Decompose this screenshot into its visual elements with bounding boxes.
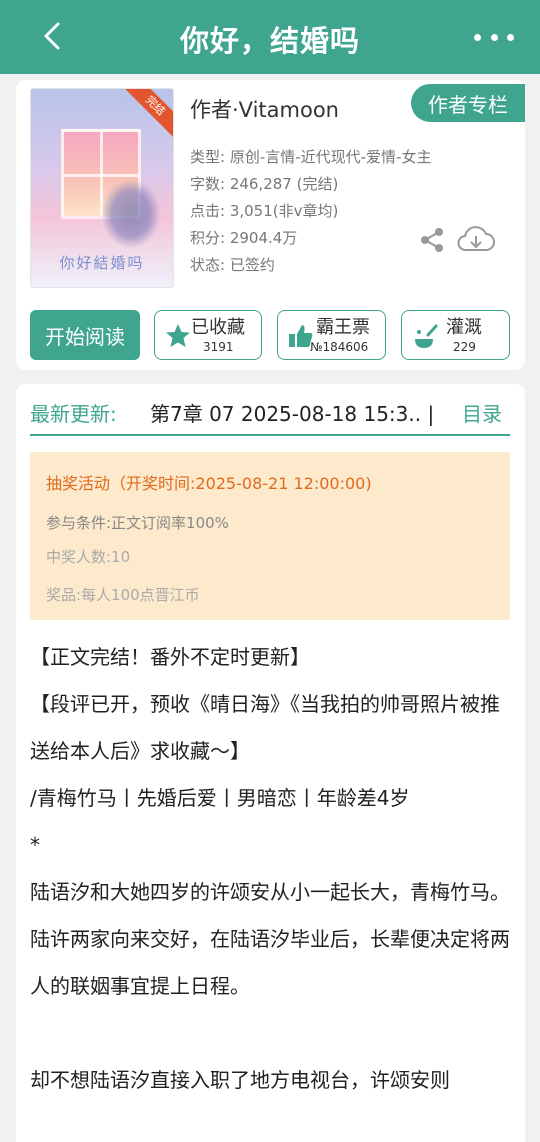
bawang-ticket-button[interactable]: 霸王票 №184606: [277, 310, 386, 360]
page-title: 你好，结婚吗: [179, 24, 360, 58]
synopsis-line: 却不想陆语汐直接入职了地方电视台，许颂安则: [30, 1068, 450, 1092]
catalog-link[interactable]: 目录: [462, 398, 502, 427]
synopsis-line: 陆许两家向来交好，在陆语汐毕业后，长辈便决定将两人的联姻事宜提上日程。: [30, 927, 510, 998]
star-icon: [166, 324, 190, 347]
lottery-condition: 参与条件:正文订阅率100%: [46, 514, 229, 532]
irrigate-label: 灌溉: [446, 317, 482, 338]
bawang-label: 霸王票: [316, 317, 370, 338]
more-button[interactable]: [474, 22, 514, 52]
download-button[interactable]: [456, 224, 496, 256]
lottery-panel[interactable]: 抽奖活动（开奖时间:2025-08-21 12:00:00) 参与条件:正文订阅…: [30, 452, 510, 620]
top-app-bar: 你好，结婚吗: [0, 0, 540, 74]
synopsis-line: /青梅竹马丨先婚后爱丨男暗恋丨年龄差4岁: [30, 786, 410, 810]
book-type: 类型: 原创-言情-近代现代-爱情-女主: [190, 148, 432, 166]
start-reading-button[interactable]: 开始阅读: [30, 310, 140, 360]
synopsis-line: 【正文完结！番外不定时更新】: [30, 645, 310, 669]
author-column-button[interactable]: 作者专栏: [411, 84, 525, 122]
bawang-count: №184606: [310, 340, 369, 354]
synopsis-line: *: [30, 833, 40, 857]
synopsis: 【正文完结！番外不定时更新】 【段评已开，预收《晴日海》《当我拍的帅哥照片被推送…: [30, 634, 510, 1104]
book-cover[interactable]: 完结 你好結婚吗: [30, 88, 174, 288]
synopsis-line: 【段评已开，预收《晴日海》《当我拍的帅哥照片被推送给本人后》求收藏～】: [30, 692, 500, 763]
action-row: 开始阅读 已收藏 3191 霸王票 №184606 灌溉 229: [30, 310, 514, 360]
author-name[interactable]: 作者·Vitamoon: [190, 94, 339, 124]
share-icon: [421, 228, 443, 252]
latest-update-row[interactable]: 最新更新: 第7章 07 2025-08-18 15:3.. | 目录: [30, 396, 510, 436]
score: 积分: 2904.4万: [190, 229, 298, 247]
cover-art-plant: [101, 179, 161, 249]
irrigate-button[interactable]: 灌溉 229: [401, 310, 510, 360]
lottery-title: 抽奖活动（开奖时间:2025-08-21 12:00:00): [46, 474, 372, 493]
cloud-download-icon: [457, 226, 495, 251]
synopsis-line: 陆语汐和大她四岁的许颂安从小一起长大，青梅竹马。: [30, 880, 510, 904]
share-button[interactable]: [418, 226, 446, 254]
word-count: 字数: 246,287 (完结): [190, 175, 339, 193]
lottery-winners: 中奖人数:10: [46, 548, 131, 566]
click-count: 点击: 3,051(非v章均): [190, 202, 339, 220]
sign-status: 状态: 已签约: [190, 256, 275, 274]
irrigate-count: 229: [453, 340, 476, 354]
content-card: 最新更新: 第7章 07 2025-08-18 15:3.. | 目录 抽奖活动…: [16, 384, 525, 1142]
latest-update-label: 最新更新:: [30, 402, 117, 426]
latest-chapter-link[interactable]: 第7章 07 2025-08-18 15:3.. |: [150, 398, 434, 427]
watering-bottle-icon: [415, 324, 438, 348]
book-info-card: 完结 你好結婚吗 作者·Vitamoon 作者专栏 类型: 原创-言情-近代现代…: [16, 80, 525, 370]
favorite-button[interactable]: 已收藏 3191: [154, 310, 262, 360]
cover-title: 你好結婚吗: [59, 254, 145, 272]
favorite-count: 3191: [203, 340, 234, 354]
lottery-prize: 奖品:每人100点晋江币: [46, 586, 200, 604]
favorite-label: 已收藏: [191, 317, 245, 338]
book-meta: 类型: 原创-言情-近代现代-爱情-女主 字数: 246,287 (完结) 点击…: [190, 144, 431, 279]
more-dots-icon: [474, 33, 481, 41]
